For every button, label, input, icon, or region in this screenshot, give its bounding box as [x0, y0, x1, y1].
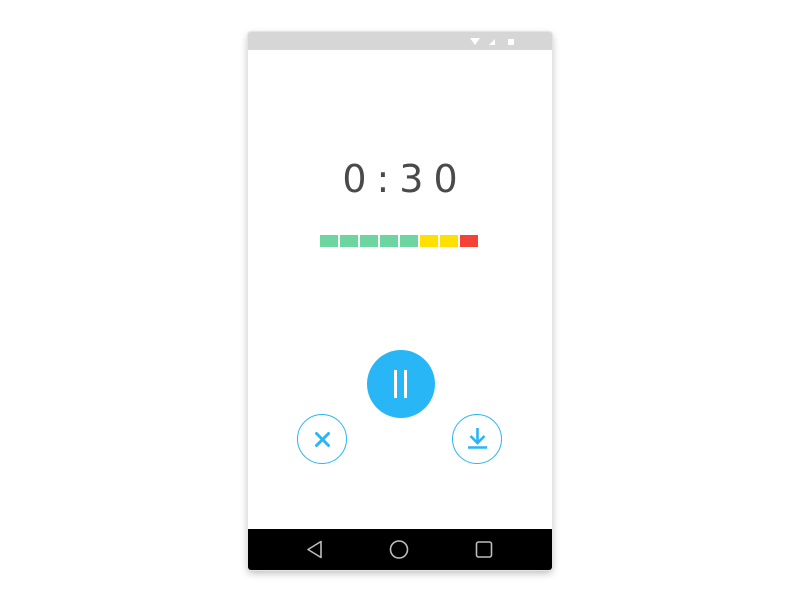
level-segment: [440, 235, 458, 247]
elapsed-time: 0:30: [342, 157, 468, 201]
level-segment: [340, 235, 358, 247]
pause-button[interactable]: [367, 350, 435, 418]
status-bar: [248, 32, 552, 50]
wifi-icon: [470, 37, 480, 45]
home-button[interactable]: [379, 529, 419, 570]
navigation-bar: [248, 529, 552, 570]
level-segment: [320, 235, 338, 247]
phone-screen: 0:30: [248, 32, 552, 570]
recents-button[interactable]: [464, 529, 504, 570]
battery-icon: [508, 39, 514, 45]
level-segment: [460, 235, 478, 247]
home-icon: [389, 540, 409, 559]
level-segment: [400, 235, 418, 247]
back-icon: [307, 540, 322, 559]
pause-icon: [394, 370, 397, 398]
close-icon: [315, 432, 330, 447]
back-button[interactable]: [296, 529, 336, 570]
status-icons: [470, 36, 514, 46]
level-segment: [380, 235, 398, 247]
cellular-signal-icon: [489, 39, 495, 45]
download-icon: [468, 428, 487, 449]
recents-icon: [475, 541, 493, 558]
pause-icon: [404, 370, 407, 398]
audio-level-meter: [320, 235, 478, 247]
cancel-button[interactable]: [297, 414, 347, 464]
level-segment: [420, 235, 438, 247]
level-segment: [360, 235, 378, 247]
save-button[interactable]: [452, 414, 502, 464]
